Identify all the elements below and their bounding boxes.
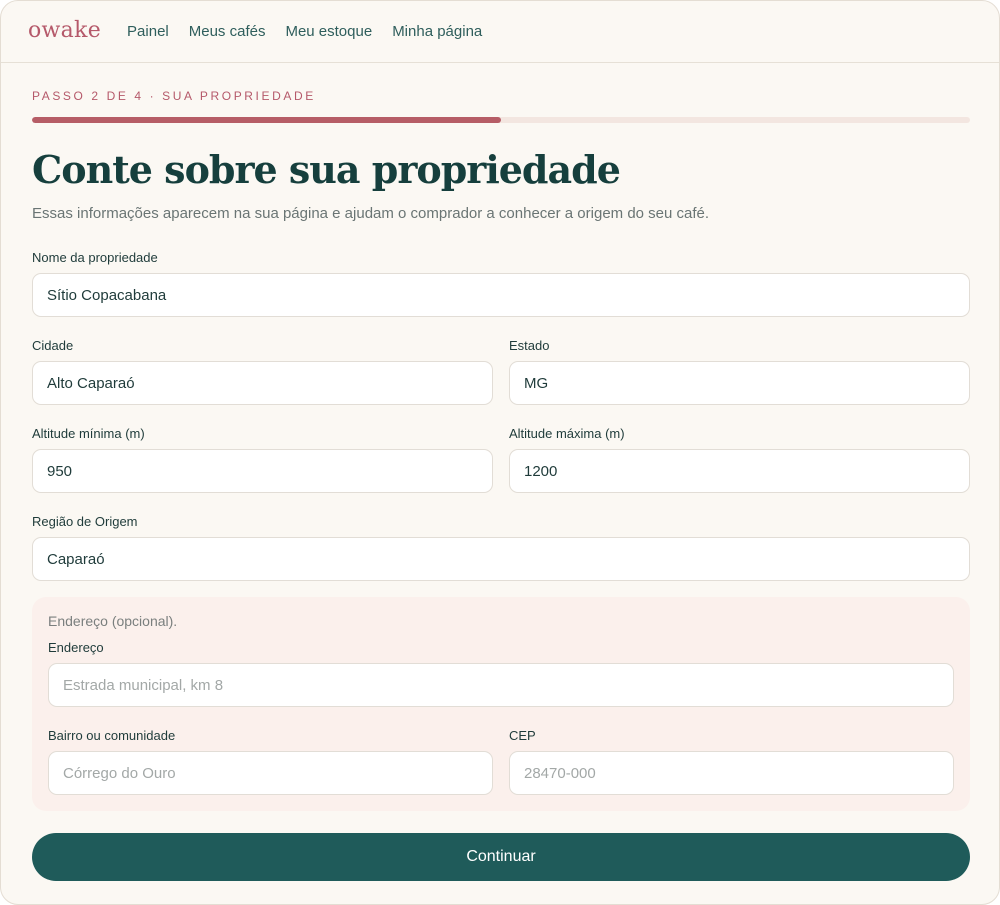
altitude-max-label: Altitude máxima (m) [509, 426, 625, 441]
region-input[interactable] [32, 537, 970, 581]
altitude-min-label: Altitude mínima (m) [32, 426, 145, 441]
city-input[interactable] [32, 361, 493, 405]
address-section: Endereço (opcional). Endereço Bairro ou … [32, 597, 970, 811]
neighborhood-input[interactable] [48, 751, 493, 795]
page-subtitle: Essas informações aparecem na sua página… [32, 205, 710, 222]
neighborhood-group: Bairro ou comunidade [48, 727, 493, 795]
page-title: Conte sobre sua propriedade [32, 147, 621, 192]
top-navigation: owake Painel Meus cafés Meu estoque Minh… [1, 1, 999, 63]
state-input[interactable] [509, 361, 970, 405]
city-state-row: Cidade Estado [32, 337, 970, 405]
nav-link-meu-estoque[interactable]: Meu estoque [285, 23, 372, 40]
progress-bar-fill [32, 117, 501, 123]
wizard-content: PASSO 2 DE 4 · SUA PROPRIEDADE Conte sob… [32, 63, 970, 881]
region-label: Região de Origem [32, 514, 138, 529]
farm-name-group: Nome da propriedade [32, 249, 970, 317]
zip-label: CEP [509, 728, 536, 743]
app-window: owake Painel Meus cafés Meu estoque Minh… [0, 0, 1000, 905]
brand-logo[interactable]: owake [28, 18, 101, 43]
zip-input[interactable] [509, 751, 954, 795]
altitude-max-group: Altitude máxima (m) [509, 425, 970, 493]
city-group: Cidade [32, 337, 493, 405]
altitude-min-input[interactable] [32, 449, 493, 493]
nav-link-minha-pagina[interactable]: Minha página [392, 23, 482, 40]
nav-link-painel[interactable]: Painel [127, 23, 169, 40]
continue-button[interactable]: Continuar [32, 833, 970, 881]
region-group: Região de Origem [32, 513, 970, 581]
address-label: Endereço [48, 640, 104, 655]
farm-name-label: Nome da propriedade [32, 250, 158, 265]
altitude-max-input[interactable] [509, 449, 970, 493]
zip-group: CEP [509, 727, 954, 795]
address-optional-note: Endereço (opcional). [48, 613, 178, 629]
nav-link-meus-cafes[interactable]: Meus cafés [189, 23, 266, 40]
step-indicator: PASSO 2 DE 4 · SUA PROPRIEDADE [32, 89, 316, 103]
address-input[interactable] [48, 663, 954, 707]
state-group: Estado [509, 337, 970, 405]
altitude-min-group: Altitude mínima (m) [32, 425, 493, 493]
city-label: Cidade [32, 338, 74, 353]
altitude-row: Altitude mínima (m) Altitude máxima (m) [32, 425, 970, 493]
neighborhood-label: Bairro ou comunidade [48, 728, 176, 743]
neighborhood-zip-row: Bairro ou comunidade CEP [48, 727, 954, 795]
farm-name-input[interactable] [32, 273, 970, 317]
state-label: Estado [509, 338, 550, 353]
address-group: Endereço [48, 639, 954, 707]
progress-bar [32, 117, 970, 123]
